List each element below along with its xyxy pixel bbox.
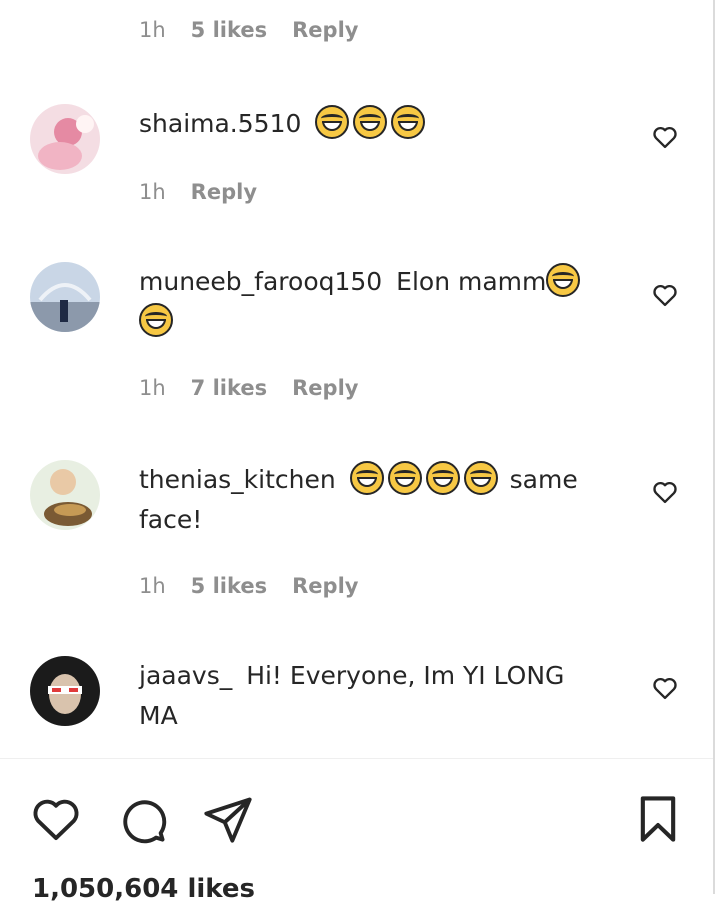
comments-list: 1h 5 likes Reply shaima.5510 1h Reply mu… — [0, 0, 713, 758]
comment-meta: 1h 5 likes Reply — [139, 574, 358, 598]
comment-meta: 1h Reply — [139, 180, 257, 204]
laughing-emoji-icon — [315, 105, 350, 139]
comment-username[interactable]: muneeb_farooq150 — [139, 267, 382, 296]
heart-icon[interactable] — [651, 123, 679, 151]
avatar[interactable] — [30, 262, 100, 332]
heart-icon[interactable] — [651, 478, 679, 506]
avatar[interactable] — [30, 460, 100, 530]
laughing-emoji-icon — [139, 303, 173, 337]
comment-text: jaaavs_ Hi! Everyone, Im YI LONG MA — [139, 656, 609, 736]
comment-text: thenias_kitchen same face! — [139, 460, 609, 540]
send-icon[interactable] — [202, 793, 254, 845]
heart-icon[interactable] — [651, 281, 679, 309]
heart-icon[interactable] — [30, 793, 82, 845]
comment-time: 1h — [139, 180, 166, 204]
heart-icon[interactable] — [651, 674, 679, 702]
avatar[interactable] — [30, 656, 100, 726]
avatar[interactable] — [30, 104, 100, 174]
laughing-emoji-icon — [546, 263, 581, 297]
comment-body: Elon mamm — [396, 267, 547, 296]
comment-meta: 1h 5 likes Reply — [139, 18, 358, 42]
comment-text: muneeb_farooq150 Elon mamm — [139, 262, 609, 342]
comment-likes[interactable]: 5 likes — [191, 574, 267, 598]
post-likes-count[interactable]: 1,050,604 likes — [32, 874, 255, 904]
comment-icon[interactable] — [116, 793, 168, 845]
comment-time: 1h — [139, 376, 166, 400]
comment-likes[interactable]: 7 likes — [191, 376, 267, 400]
comment-time: 1h — [139, 574, 166, 598]
laughing-emoji-icon — [463, 461, 498, 495]
reply-button[interactable]: Reply — [191, 180, 257, 204]
comment-meta: 1h 7 likes Reply — [139, 376, 358, 400]
laughing-emoji-icon — [425, 461, 460, 495]
comment-text: shaima.5510 — [139, 104, 609, 144]
comment-username[interactable]: shaima.5510 — [139, 109, 301, 138]
laughing-emoji-icon — [391, 105, 426, 139]
comment-time: 1h — [139, 18, 166, 42]
comment-username[interactable]: thenias_kitchen — [139, 465, 336, 494]
comment-username[interactable]: jaaavs_ — [139, 661, 232, 690]
comment-likes[interactable]: 5 likes — [191, 18, 267, 42]
laughing-emoji-icon — [353, 105, 388, 139]
reply-button[interactable]: Reply — [292, 376, 358, 400]
laughing-emoji-icon — [387, 461, 422, 495]
reply-button[interactable]: Reply — [292, 18, 358, 42]
laughing-emoji-icon — [349, 461, 384, 495]
bookmark-icon[interactable] — [632, 793, 684, 845]
reply-button[interactable]: Reply — [292, 574, 358, 598]
